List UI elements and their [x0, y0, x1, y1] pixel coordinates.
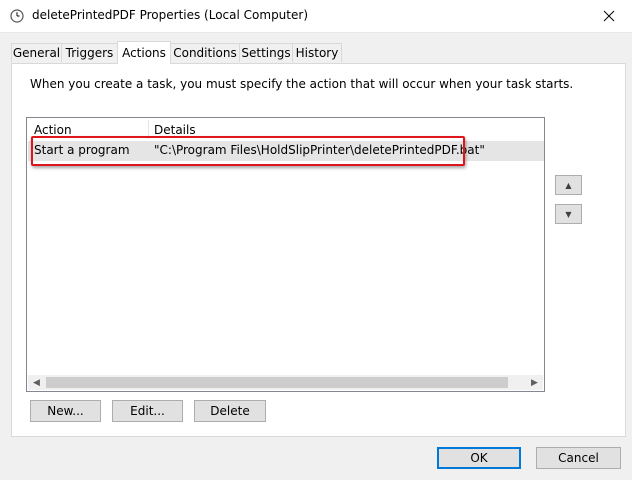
task-scheduler-icon	[10, 9, 24, 23]
highlight-annotation	[31, 136, 465, 166]
instruction-text: When you create a task, you must specify…	[30, 77, 574, 91]
tab-general[interactable]: General	[11, 43, 62, 62]
tab-settings[interactable]: Settings	[239, 43, 293, 62]
tab-triggers[interactable]: Triggers	[61, 43, 118, 62]
ok-button[interactable]: OK	[437, 447, 521, 469]
title-bar: deletePrintedPDF Properties (Local Compu…	[0, 0, 632, 33]
horizontal-scrollbar[interactable]: ◀ ▶	[28, 375, 543, 390]
delete-button[interactable]: Delete	[194, 400, 266, 422]
move-up-button[interactable]: ▲	[555, 175, 582, 195]
tab-actions[interactable]: Actions	[117, 41, 171, 64]
scroll-right-icon[interactable]: ▶	[526, 375, 543, 390]
arrow-down-icon: ▼	[565, 209, 572, 219]
arrow-up-icon: ▲	[565, 180, 572, 190]
scrollbar-thumb[interactable]	[46, 377, 508, 388]
window-title: deletePrintedPDF Properties (Local Compu…	[32, 8, 308, 22]
tab-strip: General Triggers Actions Conditions Sett…	[11, 41, 626, 64]
actions-list[interactable]: Action Details Start a program "C:\Progr…	[26, 117, 545, 392]
close-icon	[603, 10, 615, 22]
new-button[interactable]: New...	[30, 400, 101, 422]
tab-conditions[interactable]: Conditions	[170, 43, 240, 62]
move-down-button[interactable]: ▼	[555, 204, 582, 224]
tab-history[interactable]: History	[292, 43, 342, 62]
edit-button[interactable]: Edit...	[112, 400, 183, 422]
cancel-button[interactable]: Cancel	[536, 447, 621, 469]
close-button[interactable]	[586, 0, 632, 32]
scroll-left-icon[interactable]: ◀	[28, 375, 45, 390]
